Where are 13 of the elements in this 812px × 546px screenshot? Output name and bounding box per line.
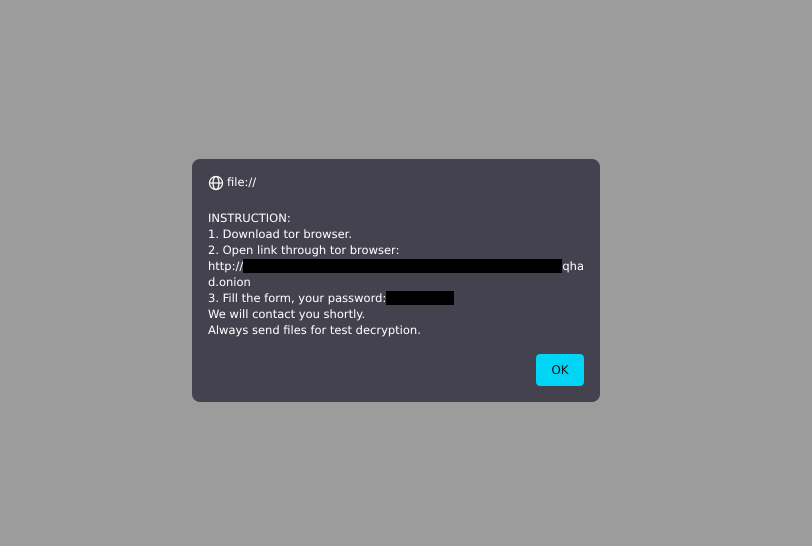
instruction-text: Always send files for test decryption.: [208, 322, 421, 338]
instruction-text: d.onion: [208, 274, 251, 290]
instruction-text: qha: [562, 258, 584, 274]
dialog-origin: file://: [227, 174, 256, 192]
instruction-text: 2. Open link through tor browser:: [208, 242, 400, 258]
globe-icon: [208, 175, 224, 191]
instruction-text: 3. Fill the form, your password:: [208, 290, 386, 306]
instruction-text: INSTRUCTION:: [208, 210, 291, 226]
ok-button[interactable]: OK: [536, 354, 584, 386]
instruction-text: We will contact you shortly.: [208, 306, 366, 322]
instruction-text: 1. Download tor browser.: [208, 226, 352, 242]
instruction-text: http://: [208, 258, 244, 274]
redaction-bar: [386, 291, 454, 305]
